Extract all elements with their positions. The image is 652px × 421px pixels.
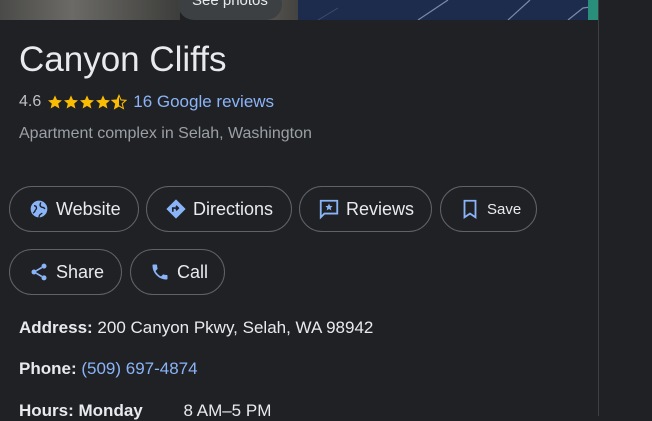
see-photos-button[interactable]: See photos: [178, 0, 282, 20]
phone-link[interactable]: (509) 697-4874: [81, 359, 197, 378]
place-panel: Canyon Cliffs 4.6 16 Google reviews Apar…: [0, 20, 598, 420]
star-icon: [96, 95, 111, 109]
rating-value: 4.6: [19, 93, 42, 110]
share-button[interactable]: Share: [9, 249, 122, 295]
photo-thumbnail[interactable]: [0, 0, 180, 20]
star-icon: [64, 95, 79, 109]
map-roads-graphic: [317, 0, 598, 20]
call-button[interactable]: Call: [130, 249, 225, 295]
directions-icon: [165, 198, 187, 220]
call-label: Call: [177, 261, 209, 282]
right-pane: [598, 0, 652, 416]
website-button[interactable]: Website: [9, 186, 139, 232]
share-label: Share: [56, 261, 105, 282]
hours-line[interactable]: Hours: Monday 8 AM–5 PM: [19, 401, 271, 421]
phone-key: Phone:: [19, 359, 77, 378]
share-icon: [28, 261, 50, 283]
globe-icon: [28, 198, 50, 220]
reviews-label: Reviews: [346, 198, 415, 219]
directions-label: Directions: [193, 198, 274, 219]
phone-line: Phone: (509) 697-4874: [19, 359, 198, 379]
reviews-link[interactable]: 16 Google reviews: [133, 92, 274, 112]
star-icon: [48, 95, 63, 109]
reviews-button[interactable]: Reviews: [299, 186, 432, 232]
rating-row: 4.6 16 Google reviews: [19, 91, 274, 113]
hours-key: Hours:: [19, 401, 74, 420]
star-icon: [80, 95, 95, 109]
phone-icon: [149, 261, 171, 283]
photo-strip: See photos: [0, 0, 598, 20]
save-button[interactable]: Save: [440, 186, 537, 232]
place-title: Canyon Cliffs: [19, 40, 227, 79]
hours-value: 8 AM–5 PM: [183, 401, 272, 420]
save-label: Save: [487, 200, 522, 218]
review-icon: [318, 198, 340, 220]
website-label: Website: [56, 198, 121, 219]
address-value: 200 Canyon Pkwy, Selah, WA 98942: [97, 318, 374, 337]
address-line: Address: 200 Canyon Pkwy, Selah, WA 9894…: [19, 318, 373, 338]
address-key: Address:: [19, 318, 93, 337]
directions-button[interactable]: Directions: [146, 186, 292, 232]
hours-day: Monday: [78, 401, 143, 420]
bookmark-icon: [459, 198, 481, 220]
map-thumbnail[interactable]: [298, 0, 598, 20]
half-star-icon: [111, 94, 128, 110]
place-category: Apartment complex in Selah, Washington: [19, 125, 312, 142]
star-rating: [47, 94, 128, 110]
